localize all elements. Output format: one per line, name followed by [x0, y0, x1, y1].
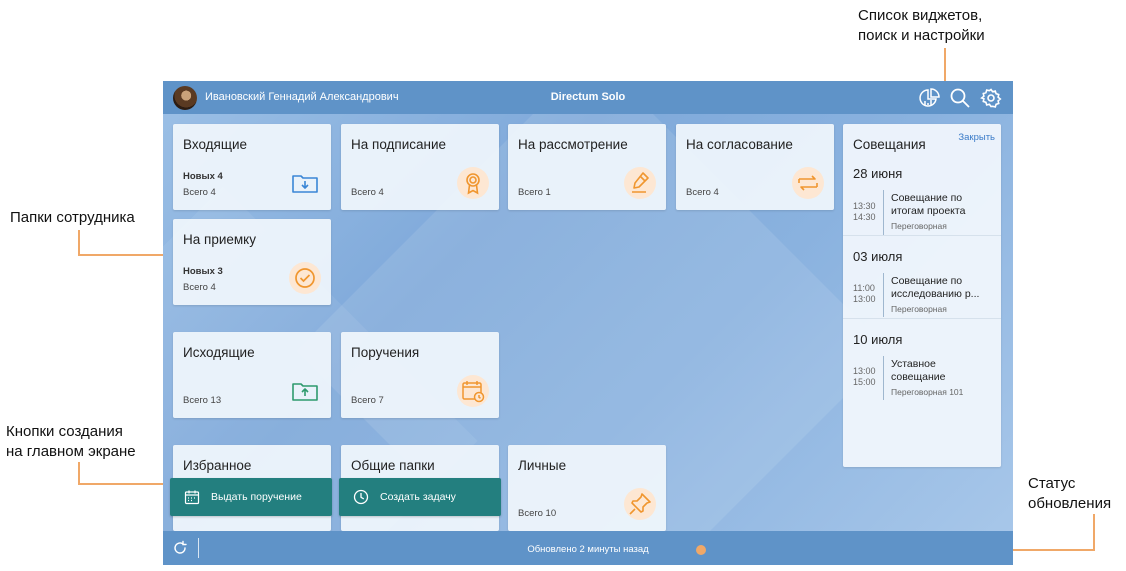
tile-title: Входящие: [183, 137, 248, 152]
tile-title: Поручения: [351, 345, 420, 360]
callout-widgets-line1: Список виджетов,: [858, 7, 983, 24]
create-task-button[interactable]: Создать задачу: [339, 478, 501, 516]
assign-task-button[interactable]: Выдать поручение: [170, 478, 332, 516]
top-bar: Ивановский Геннадий Александрович Direct…: [163, 81, 1013, 114]
divider: [843, 318, 1001, 319]
tile-total-count: Всего 1: [518, 187, 551, 198]
app-title: Directum Solo: [550, 91, 626, 103]
meeting-title-line2: итогам проекта: [891, 205, 966, 217]
meeting-divider: [883, 190, 884, 235]
tile-total-count: Всего 7: [351, 395, 384, 406]
folder-download-icon: [292, 175, 318, 193]
calendar-icon: [184, 490, 200, 505]
update-status: Обновлено 2 минуты назад: [527, 544, 649, 555]
callout-status-connector: [1093, 514, 1095, 550]
callout-widgets-line2: поиск и настройки: [858, 27, 985, 44]
callout-folders-connector: [78, 230, 80, 255]
tile-to-sign[interactable]: На подписание Всего 4: [341, 124, 499, 210]
tile-title: Личные: [518, 458, 567, 473]
create-task-label: Создать задачу: [380, 491, 456, 503]
callout-buttons-line2: на главном экране: [6, 443, 136, 460]
meeting-start: 13:30: [853, 201, 876, 211]
meeting-room: Переговорная: [891, 221, 947, 231]
callout-status-dot: [696, 545, 706, 555]
tile-to-review[interactable]: На рассмотрение Всего 1: [508, 124, 666, 210]
tile-title: Избранное: [183, 458, 252, 473]
meeting-date: 10 июля: [853, 332, 903, 347]
check-circle-icon: [289, 262, 321, 294]
meetings-widget: Совещания Закрыть 28 июня 13:30 14:30 Со…: [843, 124, 1001, 467]
tile-total-count: Всего 4: [183, 282, 216, 293]
widgets-icon[interactable]: [919, 87, 941, 109]
status-bar: Обновлено 2 минуты назад: [163, 531, 1013, 565]
tile-title: Исходящие: [183, 345, 255, 360]
callout-status-line2: обновления: [1028, 495, 1112, 512]
meeting-start: 13:00: [853, 366, 876, 376]
meeting-divider: [883, 356, 884, 400]
tile-total-count: Всего 10: [518, 508, 557, 519]
tile-personal[interactable]: Личные Всего 10: [508, 445, 666, 531]
assign-task-label: Выдать поручение: [211, 491, 302, 503]
tile-title: На рассмотрение: [518, 137, 628, 152]
pin-icon: [624, 488, 656, 520]
tile-outgoing[interactable]: Исходящие Всего 13: [173, 332, 331, 418]
tile-title: Общие папки: [351, 458, 435, 473]
tile-total-count: Всего 4: [351, 187, 384, 198]
callout-widgets: Список виджетов, поиск и настройки: [858, 6, 985, 46]
tile-title: На приемку: [183, 232, 256, 247]
search-icon[interactable]: [949, 87, 971, 109]
folder-upload-icon: [292, 383, 318, 401]
tile-title: На согласование: [686, 137, 793, 152]
tile-total-count: Всего 13: [183, 395, 222, 406]
meeting-room: Переговорная: [891, 304, 947, 314]
meeting-date: 28 июня: [853, 166, 903, 181]
award-icon: [457, 167, 489, 199]
meetings-title: Совещания: [853, 137, 926, 152]
divider: [843, 235, 1001, 236]
tile-new-count: Новых 4: [183, 171, 223, 182]
callout-status-line1: Статус: [1028, 475, 1076, 492]
clock-icon: [353, 489, 369, 505]
callout-buttons-connector-h: [78, 483, 176, 485]
meetings-close-link[interactable]: Закрыть: [958, 132, 995, 143]
tile-total-count: Всего 4: [183, 187, 216, 198]
tile-assignments[interactable]: Поручения Всего 7: [341, 332, 499, 418]
settings-icon[interactable]: [980, 87, 1002, 109]
meeting-divider: [883, 273, 884, 317]
tile-new-count: Новых 3: [183, 266, 223, 277]
meeting-title-line2: исследованию р...: [891, 288, 980, 300]
tile-incoming[interactable]: Входящие Новых 4 Всего 4: [173, 124, 331, 210]
meeting-end: 13:00: [853, 294, 876, 304]
callout-folders: Папки сотрудника: [10, 209, 135, 226]
calendar-clock-icon: [457, 375, 489, 407]
app-window: Ивановский Геннадий Александрович Direct…: [163, 81, 1013, 565]
meeting-date: 03 июля: [853, 249, 903, 264]
tile-title: На подписание: [351, 137, 447, 152]
callout-buttons: Кнопки создания на главном экране: [6, 422, 136, 462]
callout-status: Статус обновления: [1028, 474, 1111, 514]
meeting-room: Переговорная 101: [891, 387, 964, 397]
tile-acceptance[interactable]: На приемку Новых 3 Всего 4: [173, 219, 331, 305]
meeting-title-line2: совещание: [891, 371, 946, 383]
tile-to-approve[interactable]: На согласование Всего 4: [676, 124, 834, 210]
meeting-title-line1: Совещание по: [891, 275, 963, 287]
meeting-end: 14:30: [853, 212, 876, 222]
callout-buttons-connector: [78, 462, 80, 484]
meeting-end: 15:00: [853, 377, 876, 387]
meeting-title-line1: Совещание по: [891, 192, 963, 204]
meeting-start: 11:00: [853, 283, 875, 293]
pen-icon: [624, 167, 656, 199]
tile-total-count: Всего 4: [686, 187, 719, 198]
exchange-icon: [792, 167, 824, 199]
callout-buttons-line1: Кнопки создания: [6, 423, 123, 440]
meeting-title-line1: Уставное: [891, 358, 936, 370]
